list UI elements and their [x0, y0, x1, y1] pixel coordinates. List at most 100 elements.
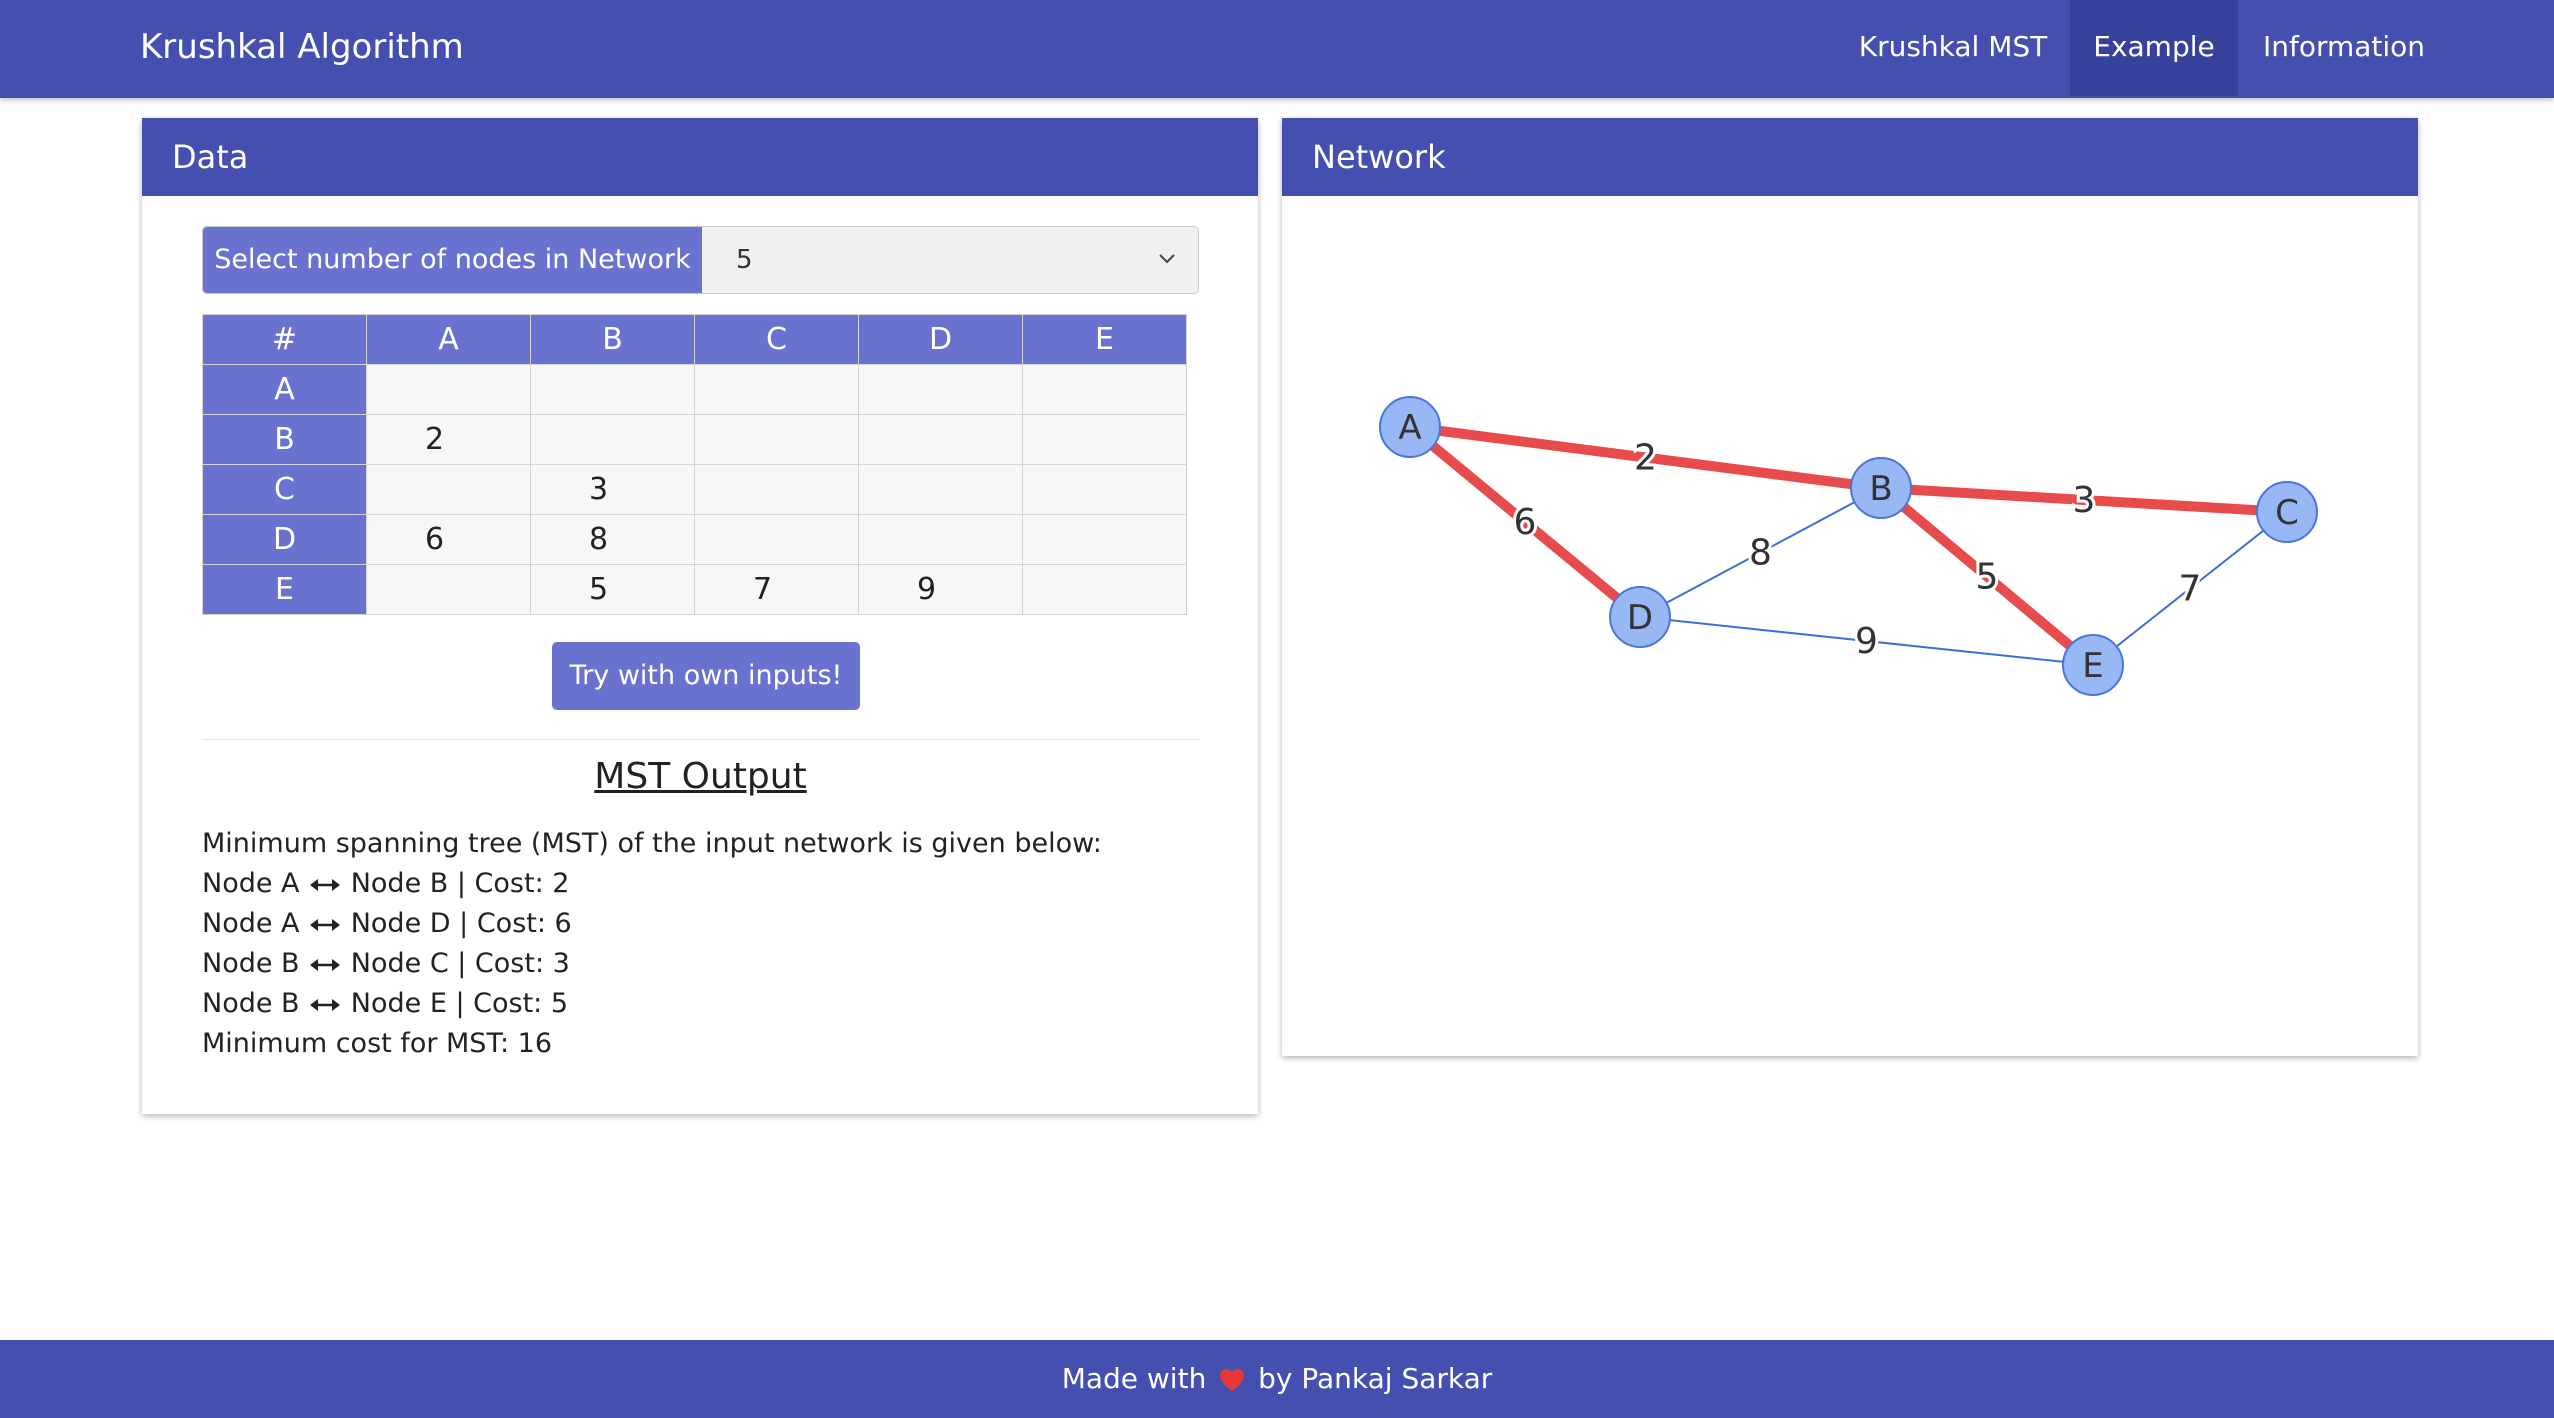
node-b[interactable]: B [1850, 457, 1912, 519]
double-arrow-icon [310, 958, 341, 971]
matrix-cell[interactable] [1022, 464, 1187, 515]
matrix-cell[interactable] [858, 364, 1023, 415]
matrix-cell[interactable]: 3 [530, 464, 695, 515]
mst-total: Minimum cost for MST: 16 [202, 1028, 553, 1059]
chevron-down-icon [1159, 254, 1175, 264]
matrix-cell[interactable]: 6 [366, 514, 531, 565]
matrix-cell[interactable] [1022, 414, 1187, 465]
edge-weight-label: 3 [2073, 480, 2096, 521]
node-label: C [2275, 493, 2299, 533]
edge-weight-label: 2 [1634, 438, 1657, 479]
matrix-corner: # [202, 314, 367, 365]
mst-edge-from: Node A [202, 868, 300, 899]
matrix-row: C 3 [202, 464, 1187, 515]
navbar: Krushkal Algorithm Krushkal MST Example … [0, 0, 2554, 98]
matrix-cell[interactable] [1022, 514, 1187, 565]
node-label: B [1869, 469, 1892, 509]
mst-intro: Minimum spanning tree (MST) of the input… [202, 828, 1102, 859]
mst-edge-line: Node A Node D | Cost: 6 [202, 904, 1102, 944]
double-arrow-icon [310, 918, 341, 931]
nav-krushkal-mst[interactable]: Krushkal MST [1850, 0, 2056, 96]
data-card: Data Select number of nodes in Network 5… [142, 118, 1258, 1114]
node-count-label: Select number of nodes in Network [203, 227, 702, 293]
node-e[interactable]: E [2062, 634, 2124, 696]
mst-edge-from: Node B [202, 948, 300, 979]
edge-weight-label: 7 [2179, 569, 2202, 610]
matrix-cell[interactable] [1022, 564, 1187, 615]
matrix-cell[interactable] [530, 414, 695, 465]
nav-example[interactable]: Example [2070, 0, 2238, 96]
matrix-col-header: B [530, 314, 695, 365]
matrix-cell[interactable] [694, 414, 859, 465]
mst-output-title: MST Output [594, 756, 807, 797]
footer-made-with: Made with [1061, 1362, 1207, 1395]
matrix-cell[interactable] [858, 514, 1023, 565]
double-arrow-icon [310, 998, 341, 1011]
heart-icon [1220, 1369, 1245, 1391]
mst-edge-to: Node D | Cost: 6 [350, 908, 572, 939]
matrix-cell[interactable] [858, 464, 1023, 515]
matrix-cell[interactable] [694, 364, 859, 415]
node-count-select[interactable]: 5 [702, 227, 1198, 293]
mst-edge-line: Node B Node C | Cost: 3 [202, 944, 1102, 984]
matrix-cell[interactable]: 7 [694, 564, 859, 615]
matrix-cell[interactable] [1022, 364, 1187, 415]
node-label: A [1398, 408, 1421, 448]
matrix-cell[interactable] [858, 414, 1023, 465]
mst-edge-to: Node B | Cost: 2 [350, 868, 570, 899]
network-card-title: Network [1282, 118, 2418, 196]
matrix-row-header: A [202, 364, 367, 415]
mst-edge-to: Node E | Cost: 5 [350, 988, 569, 1019]
footer-author: by Pankaj Sarkar [1258, 1362, 1493, 1395]
node-label: E [2082, 646, 2103, 686]
matrix-cell[interactable] [694, 514, 859, 565]
matrix-row: D 6 8 [202, 514, 1187, 565]
matrix-row-header: E [202, 564, 367, 615]
mst-output: Minimum spanning tree (MST) of the input… [202, 824, 1102, 1064]
matrix-cell[interactable] [694, 464, 859, 515]
matrix-cell[interactable]: 9 [858, 564, 1023, 615]
matrix-row: E 5 7 9 [202, 564, 1187, 615]
double-arrow-icon [310, 878, 341, 891]
footer: Made with by Pankaj Sarkar [0, 1340, 2554, 1418]
adjacency-matrix: # A B C D E A B 2 C 3 D 6 8 E 5 7 9 [202, 314, 1187, 615]
matrix-row-header: B [202, 414, 367, 465]
matrix-cell[interactable] [366, 364, 531, 415]
matrix-cell[interactable] [366, 564, 531, 615]
nav-information[interactable]: Information [2250, 0, 2438, 96]
matrix-row: B 2 [202, 414, 1187, 465]
node-a[interactable]: A [1379, 396, 1441, 458]
divider [202, 739, 1199, 740]
node-count-select-group: Select number of nodes in Network 5 [202, 226, 1199, 294]
mst-edge-to: Node C | Cost: 3 [350, 948, 570, 979]
edge-weight-label: 8 [1749, 533, 1772, 574]
brand-title[interactable]: Krushkal Algorithm [140, 0, 464, 94]
mst-edge-from: Node B [202, 988, 300, 1019]
matrix-row-header: D [202, 514, 367, 565]
matrix-col-header: C [694, 314, 859, 365]
matrix-row-header: C [202, 464, 367, 515]
matrix-col-header: D [858, 314, 1023, 365]
matrix-cell[interactable] [530, 364, 695, 415]
edge-weight-label: 9 [1855, 621, 1878, 662]
matrix-row: A [202, 364, 1187, 415]
matrix-cell[interactable]: 5 [530, 564, 695, 615]
matrix-header-row: # A B C D E [202, 314, 1187, 365]
matrix-cell[interactable] [366, 464, 531, 515]
node-d[interactable]: D [1609, 586, 1671, 648]
matrix-cell[interactable]: 8 [530, 514, 695, 565]
edge-weight-label: 6 [1514, 502, 1537, 543]
node-c[interactable]: C [2256, 481, 2318, 543]
network-graph[interactable]: 2 6 3 5 8 7 9 A B C D E [1282, 196, 2418, 1056]
node-label: D [1627, 598, 1653, 638]
network-card: Network 2 6 3 5 8 7 9 A B C D E [1282, 118, 2418, 1056]
matrix-col-header: E [1022, 314, 1187, 365]
node-count-value: 5 [736, 245, 753, 275]
mst-edge-from: Node A [202, 908, 300, 939]
edge-weight-label: 5 [1976, 557, 1999, 598]
matrix-cell[interactable]: 2 [366, 414, 531, 465]
try-own-inputs-button[interactable]: Try with own inputs! [552, 642, 860, 710]
mst-edge-line: Node A Node B | Cost: 2 [202, 864, 1102, 904]
data-card-title: Data [142, 118, 1258, 196]
matrix-col-header: A [366, 314, 531, 365]
